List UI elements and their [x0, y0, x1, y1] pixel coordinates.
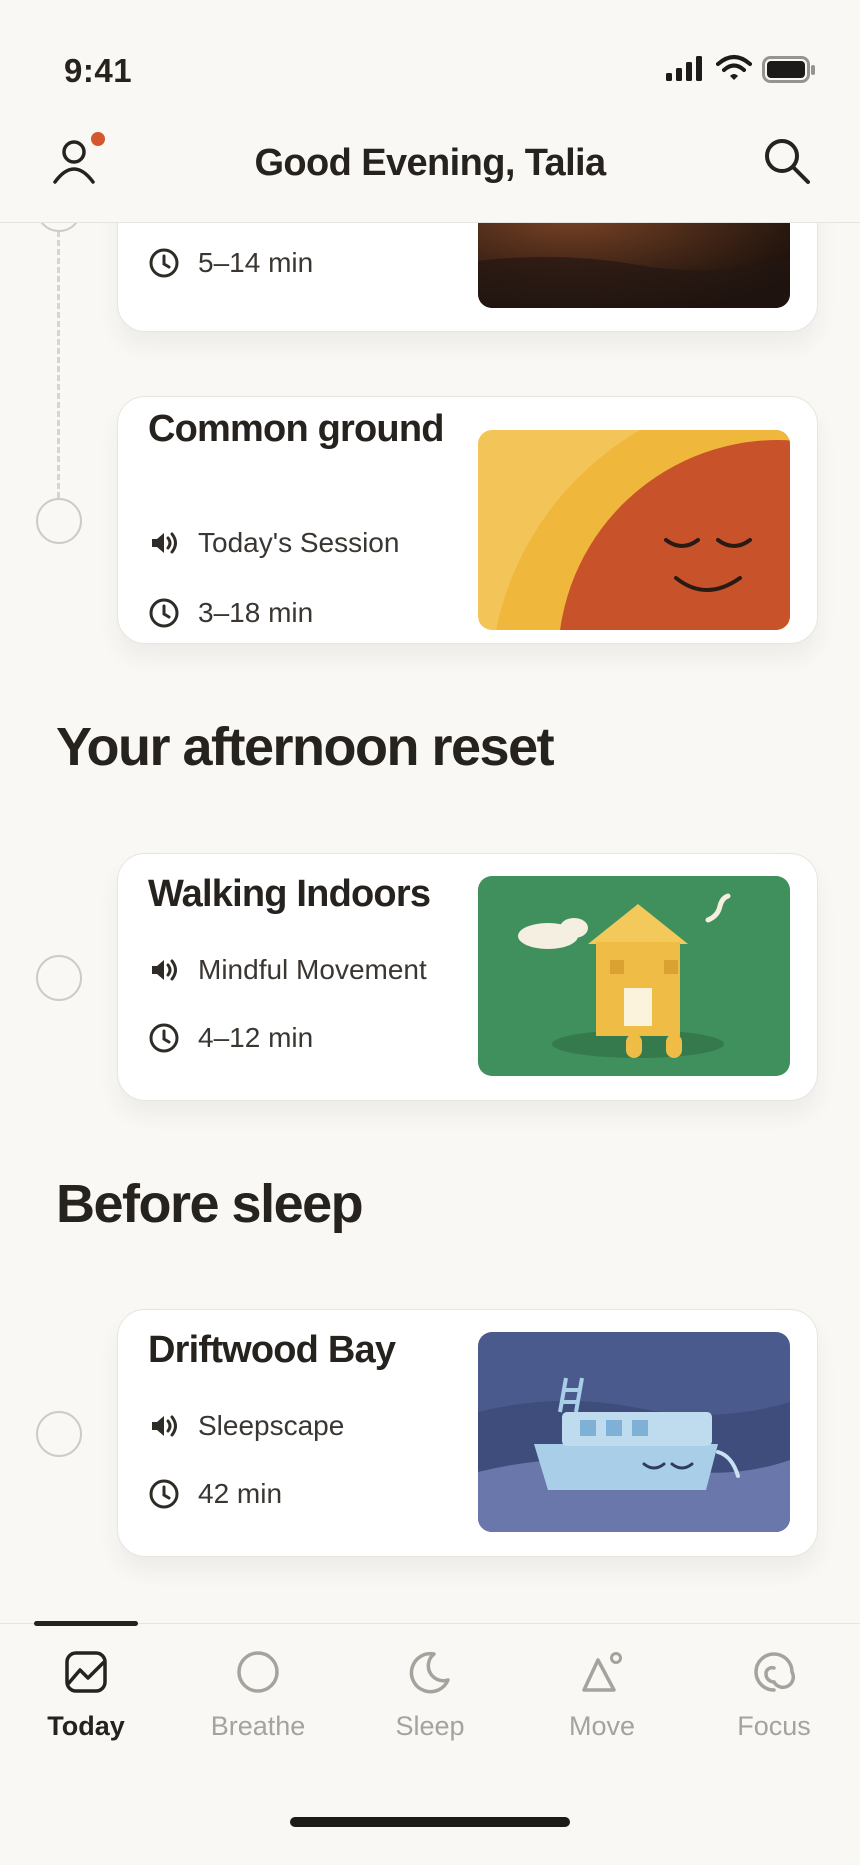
today-icon [65, 1651, 107, 1693]
cellular-signal-icon [666, 55, 706, 88]
card-title: Driftwood Bay [148, 1329, 396, 1371]
app-header: 9:41 Good Evening, Talia [0, 0, 860, 223]
duration-row: 5–14 min [148, 247, 313, 279]
page-title: Good Evening, Talia [254, 142, 606, 184]
card-title: Common ground [148, 408, 444, 450]
tab-sleep[interactable]: Sleep [344, 1650, 516, 1742]
duration-row: 4–12 min [148, 1022, 313, 1054]
speaker-icon [152, 1415, 177, 1437]
timeline-connector [57, 222, 60, 498]
wifi-icon [716, 54, 752, 87]
session-row: Today's Session [148, 527, 399, 559]
duration-row: 42 min [148, 1478, 282, 1510]
duration-text: 5–14 min [198, 247, 314, 278]
tab-label: Breathe [210, 1711, 306, 1741]
clock-icon [149, 1023, 179, 1053]
clock-icon [149, 598, 179, 628]
section-title: Your afternoon reset [56, 717, 555, 777]
completion-circle[interactable] [36, 498, 82, 544]
tab-move[interactable]: Move [516, 1650, 688, 1742]
sun-illustration [478, 430, 790, 630]
tab-label: Move [568, 1711, 636, 1741]
session-card-common-ground[interactable]: Common ground Today's Session 3–18 min [117, 396, 818, 644]
tab-label: Focus [737, 1711, 811, 1741]
tab-label: Sleep [395, 1711, 465, 1741]
duration-text: 3–18 min [198, 597, 314, 628]
breathe-icon [237, 1651, 279, 1693]
tab-breathe[interactable]: Breathe [172, 1650, 344, 1742]
home-indicator [290, 1817, 570, 1827]
session-text: Today's Session [198, 527, 400, 558]
session-card-driftwood-bay[interactable]: Driftwood Bay Sleepscape 42 min [117, 1309, 818, 1557]
speaker-icon [152, 959, 177, 981]
search-button[interactable] [762, 136, 812, 191]
duration-text: 4–12 min [198, 1022, 314, 1053]
session-card-walking-indoors[interactable]: Walking Indoors Mindful Movement 4–12 mi… [117, 853, 818, 1101]
house-illustration [478, 876, 790, 1076]
tab-focus[interactable]: Focus [688, 1650, 860, 1742]
section-title: Before sleep [56, 1174, 364, 1234]
completion-circle[interactable] [36, 955, 82, 1001]
move-icon [582, 1652, 622, 1692]
moon-icon [409, 1651, 450, 1694]
session-row: Mindful Movement [148, 954, 427, 986]
speaker-icon [152, 532, 177, 554]
duration-row: 3–18 min [148, 597, 313, 629]
completion-circle[interactable] [36, 1411, 82, 1457]
clock-icon [149, 1479, 179, 1509]
card-title: Walking Indoors [148, 873, 431, 915]
focus-icon [754, 1652, 796, 1692]
session-row: Sleepscape [148, 1410, 344, 1442]
status-time: 9:41 [64, 52, 133, 89]
tab-label: Today [47, 1711, 125, 1741]
clock-icon [149, 248, 179, 278]
boat-illustration [478, 1332, 790, 1532]
duration-text: 42 min [198, 1478, 283, 1509]
battery-icon [762, 56, 816, 89]
tab-today[interactable]: Today [0, 1650, 172, 1742]
session-text: Sleepscape [198, 1410, 345, 1441]
active-tab-indicator [34, 1621, 138, 1626]
session-text: Mindful Movement [198, 954, 427, 985]
search-icon [765, 139, 810, 184]
